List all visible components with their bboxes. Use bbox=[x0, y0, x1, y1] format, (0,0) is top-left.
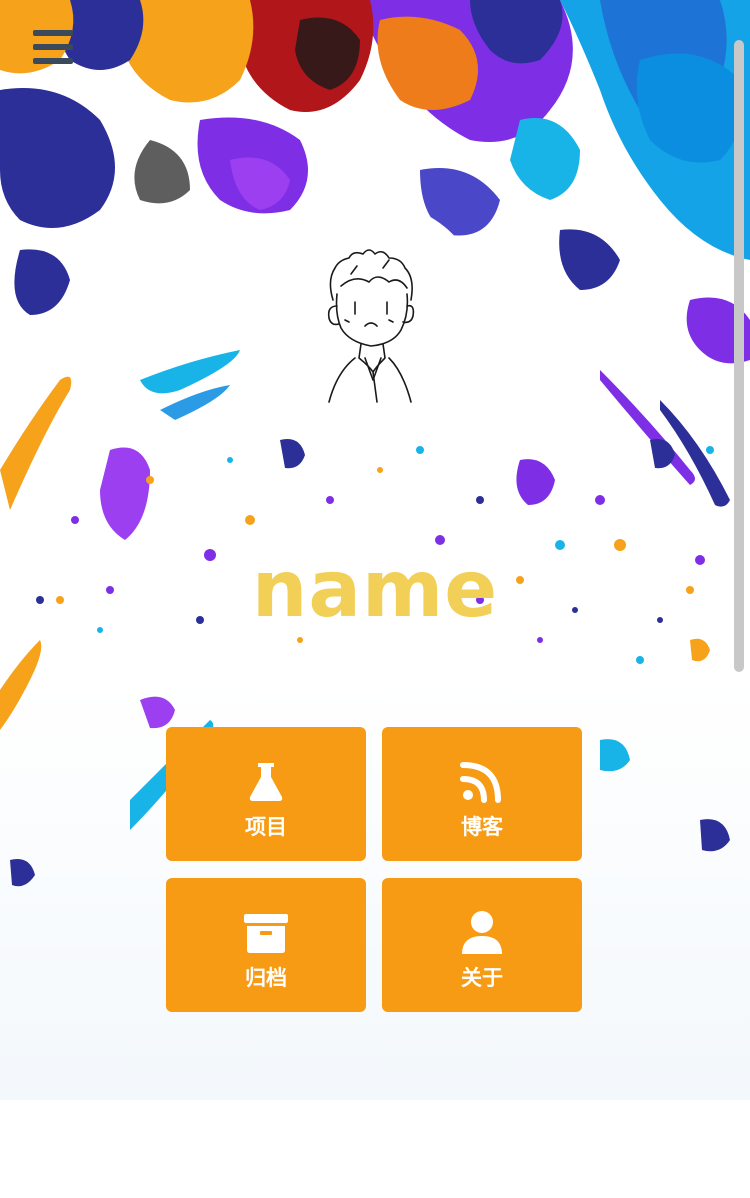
sketch-boy-avatar-image bbox=[327, 249, 415, 403]
hero-section: name 项目 博客 归档 关于 bbox=[0, 0, 750, 1100]
projects-label: 项目 bbox=[245, 815, 287, 839]
rss-icon bbox=[460, 762, 501, 803]
flask-icon bbox=[249, 763, 283, 801]
home-page: name 项目 博客 归档 关于 bbox=[0, 0, 750, 1198]
about-button[interactable]: 关于 bbox=[382, 878, 582, 1012]
about-label: 关于 bbox=[461, 966, 503, 990]
archive-label: 归档 bbox=[245, 966, 287, 990]
archive-button[interactable]: 归档 bbox=[166, 878, 366, 1012]
projects-button[interactable]: 项目 bbox=[166, 727, 366, 861]
blog-label: 博客 bbox=[461, 815, 503, 839]
avatar bbox=[265, 202, 485, 422]
blog-button[interactable]: 博客 bbox=[382, 727, 582, 861]
site-name: name bbox=[251, 545, 499, 635]
scrollbar[interactable] bbox=[734, 40, 744, 672]
user-icon bbox=[462, 911, 502, 954]
hamburger-menu-icon[interactable] bbox=[30, 26, 74, 70]
archive-box-icon bbox=[244, 914, 288, 953]
